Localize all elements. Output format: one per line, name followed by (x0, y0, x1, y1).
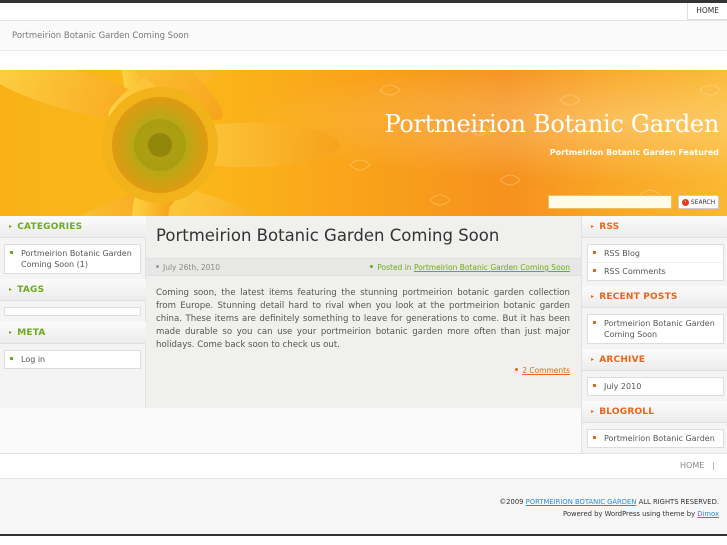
widget-title-label: ARCHIVE (599, 355, 646, 365)
meta-item-label: Log in (21, 355, 46, 364)
widget-title-label: RSS (599, 222, 620, 232)
copyright-rights: ALL RIGHTS RESERVED. (638, 498, 719, 506)
triangle-right-icon: ▸ (9, 286, 13, 293)
widget-title-label: TAGS (17, 285, 45, 295)
copyright: ©2009 PORTMEIRION BOTANIC GARDEN ALL RIG… (499, 496, 719, 520)
bullet-icon (593, 269, 596, 272)
rss-item[interactable]: RSS Comments (588, 262, 723, 280)
rss-item[interactable]: RSS Blog (588, 245, 723, 262)
tags-box (4, 307, 141, 316)
copyright-prefix: ©2009 (499, 498, 524, 506)
triangle-right-icon: ▸ (9, 329, 13, 336)
footer-nav: HOME | (0, 453, 727, 479)
widget-title-blogroll: ▸ BLOGROLL (582, 401, 727, 423)
breadcrumb: Portmeirion Botanic Garden Coming Soon (12, 31, 189, 41)
widget-title-label: RECENT POSTS (599, 292, 678, 302)
left-sidebar: ▸ CATEGORIES Portmeirion Botanic Garden C… (0, 216, 146, 408)
search-button[interactable]: › SEARCH (678, 195, 719, 209)
post-comments: 2 Comments (515, 366, 570, 375)
powered-by-text: Powered by WordPress using theme by (563, 510, 696, 518)
bullet-icon (515, 368, 519, 371)
triangle-right-icon: ▸ (591, 293, 595, 300)
bullet-icon (156, 265, 159, 268)
site-description: Portmeirion Botanic Garden Featured (549, 148, 719, 157)
bullet-icon (593, 251, 596, 254)
recent-post-label: Portmeirion Botanic Garden Coming Soon (604, 319, 715, 339)
blogroll-list: Portmeirion Botanic Garden (587, 429, 724, 448)
widget-title-label: BLOGROLL (599, 407, 655, 417)
widget-title-tags: ▸ TAGS (0, 279, 146, 301)
post-date-label: July 26th, 2010 (163, 263, 220, 272)
widget-title-rss: ▸ RSS (582, 216, 727, 238)
widget-title-recent-posts: ▸ RECENT POSTS (582, 286, 727, 308)
bullet-icon (593, 436, 596, 439)
rss-item-label: RSS Comments (604, 267, 666, 276)
footer-separator: | (712, 461, 715, 470)
archive-item[interactable]: July 2010 (588, 378, 723, 395)
post-category: Posted in Portmeirion Botanic Garden Com… (370, 263, 570, 272)
top-bar (0, 0, 727, 3)
main-content: Portmeirion Botanic Garden Coming Soon J… (146, 216, 581, 408)
search-input[interactable] (548, 195, 672, 209)
breadcrumb-bar: Portmeirion Botanic Garden Coming Soon (0, 21, 727, 51)
post-date: July 26th, 2010 (156, 263, 220, 272)
bullet-icon (593, 321, 596, 324)
triangle-right-icon: ▸ (591, 408, 595, 415)
right-sidebar: ▸ RSS RSS Blog RSS Comments ▸ RECENT POSTS… (581, 216, 727, 453)
meta-list: Log in (4, 350, 141, 369)
recent-posts-list: Portmeirion Botanic Garden Coming Soon (587, 314, 724, 344)
triangle-right-icon: ▸ (591, 223, 595, 230)
footer-site-link[interactable]: PORTMEIRION BOTANIC GARDEN (526, 498, 637, 506)
nav-home-link[interactable]: HOME (687, 3, 727, 20)
categories-list: Portmeirion Botanic Garden Coming Soon (… (4, 244, 141, 274)
post-body: Coming soon, the latest items featuring … (156, 288, 570, 350)
triangle-right-icon: ▸ (591, 356, 595, 363)
archive-item-label: July 2010 (604, 382, 642, 391)
bottom-bar (0, 534, 727, 545)
widget-title-meta: ▸ META (0, 322, 146, 344)
search-arrow-icon: › (681, 198, 689, 206)
category-item[interactable]: Portmeirion Botanic Garden Coming Soon (… (5, 245, 140, 273)
comments-link[interactable]: 2 Comments (522, 366, 570, 375)
search-button-label: SEARCH (690, 198, 716, 206)
recent-post-item[interactable]: Portmeirion Botanic Garden Coming Soon (588, 315, 723, 343)
footer-home: HOME | (680, 461, 715, 470)
rss-list: RSS Blog RSS Comments (587, 244, 724, 281)
bullet-icon (10, 357, 13, 360)
meta-item-login[interactable]: Log in (5, 351, 140, 368)
widget-title-categories: ▸ CATEGORIES (0, 216, 146, 238)
bullet-icon (370, 265, 374, 268)
posted-in-label: Posted in (377, 263, 412, 272)
triangle-right-icon: ▸ (9, 223, 13, 230)
site-title[interactable]: Portmeirion Botanic Garden (385, 110, 720, 138)
widget-title-label: CATEGORIES (17, 222, 83, 232)
post-title[interactable]: Portmeirion Botanic Garden Coming Soon (156, 226, 499, 245)
bullet-icon (593, 384, 596, 387)
footer: ©2009 PORTMEIRION BOTANIC GARDEN ALL RIG… (0, 479, 727, 534)
widget-title-archive: ▸ ARCHIVE (582, 349, 727, 371)
post-category-link[interactable]: Portmeirion Botanic Garden Coming Soon (414, 263, 570, 272)
blogroll-item-label: Portmeirion Botanic Garden (604, 434, 715, 443)
archive-list: July 2010 (587, 377, 724, 396)
rss-item-label: RSS Blog (604, 249, 640, 258)
blogroll-item[interactable]: Portmeirion Botanic Garden (588, 430, 723, 447)
widget-title-label: META (17, 328, 46, 338)
bullet-icon (10, 251, 13, 254)
post-meta-bar: July 26th, 2010 Posted in Portmeirion Bo… (146, 258, 581, 276)
theme-author-link[interactable]: Dimox (697, 510, 719, 518)
footer-home-link[interactable]: HOME (680, 461, 704, 470)
category-item-label: Portmeirion Botanic Garden Coming Soon (… (21, 249, 132, 269)
